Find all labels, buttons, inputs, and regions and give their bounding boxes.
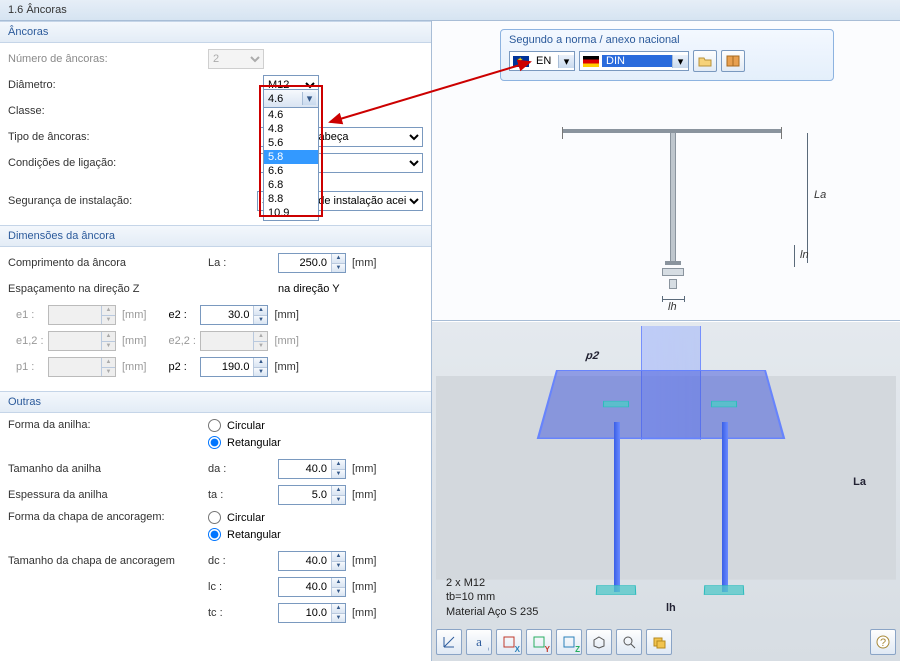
unit-mm: [mm] — [352, 257, 376, 269]
classe-option[interactable]: 5.8 — [264, 150, 318, 164]
sym-lc: lc : — [208, 581, 248, 593]
sym-e2: e2 : — [168, 309, 200, 321]
spin-ta[interactable]: ▲▼ — [278, 485, 346, 505]
group-header-dimensoes: Dimensões da âncora — [0, 225, 431, 247]
dim-la: La — [853, 476, 866, 488]
tool-text-button[interactable]: aᵢ — [466, 629, 492, 655]
radio-anilha-circular[interactable]: Circular — [208, 419, 281, 432]
spin-lc[interactable]: ▲▼ — [278, 577, 346, 597]
help-button[interactable]: ? — [870, 629, 896, 655]
classe-option[interactable]: 4.8 — [264, 122, 318, 136]
spin-p1: ▲▼ — [48, 357, 116, 377]
left-panel: Âncoras Número de âncoras: 2 Diâmetro: M… — [0, 21, 432, 661]
open-folder-button[interactable] — [693, 50, 717, 72]
label-espac-z: Espaçamento na direção Z — [8, 283, 208, 295]
numero-select: 2 — [208, 49, 264, 69]
spin-da[interactable]: ▲▼ — [278, 459, 346, 479]
diagram-panel: Segundo a norma / anexo nacional EN ▾ DI… — [432, 21, 900, 321]
label-comprimento: Comprimento da âncora — [8, 257, 208, 269]
radio-anilha-retangular[interactable]: Retangular — [208, 436, 281, 449]
chevron-down-icon[interactable]: ▾ — [672, 55, 688, 68]
label-classe: Classe: — [8, 105, 208, 117]
info-block: 2 x M12 tb=10 mm Material Aço S 235 — [446, 576, 538, 619]
tool-iso-button[interactable] — [586, 629, 612, 655]
classe-option[interactable]: 5.6 — [264, 136, 318, 150]
anchor-diagram: La ln lh — [522, 101, 842, 301]
classe-option[interactable]: 10.9 — [264, 206, 318, 220]
norm-title: Segundo a norma / anexo nacional — [509, 34, 825, 46]
classe-option[interactable]: 6.8 — [264, 178, 318, 192]
classe-option[interactable]: 8.8 — [264, 192, 318, 206]
view-3d[interactable]: p2 La lh 2 x M12 tb=10 mm Material Aço S… — [436, 326, 896, 625]
spin-e2[interactable]: ▲▼ — [200, 305, 268, 325]
label-diametro: Diâmetro: — [8, 79, 208, 91]
window-title: 1.6 Âncoras — [0, 0, 900, 21]
sym-ta: ta : — [208, 489, 248, 501]
classe-dropdown-open[interactable]: 4.6▾ 4.64.85.65.86.66.88.810.9 — [263, 89, 319, 221]
tool-view-xy-button[interactable]: X — [496, 629, 522, 655]
tool-axis-button[interactable] — [436, 629, 462, 655]
spin-e1: ▲▼ — [48, 305, 116, 325]
annex-select[interactable]: DIN ▾ — [579, 51, 689, 71]
label-tam-anilha: Tamanho da anilha — [8, 463, 208, 475]
spin-la[interactable]: ▲▼ — [278, 253, 346, 273]
sym-da: da : — [208, 463, 248, 475]
group-header-ancoras: Âncoras — [0, 21, 431, 43]
dim-p2: p2 — [584, 350, 601, 362]
sym-e12: e1,2 : — [16, 335, 48, 347]
sym-la: La : — [208, 257, 248, 269]
label-forma-chapa: Forma da chapa de ancoragem: — [8, 511, 208, 523]
tool-view-yz-button[interactable]: Z — [556, 629, 582, 655]
radio-chapa-circular[interactable]: Circular — [208, 511, 281, 524]
label-numero: Número de âncoras: — [8, 53, 208, 65]
sym-e1: e1 : — [16, 309, 48, 321]
tool-view-xz-button[interactable]: Y — [526, 629, 552, 655]
spin-p2[interactable]: ▲▼ — [200, 357, 268, 377]
sym-e22: e2,2 : — [168, 335, 200, 347]
group-header-outras: Outras — [0, 391, 431, 413]
label-forma-anilha: Forma da anilha: — [8, 419, 208, 431]
radio-chapa-retangular[interactable]: Retangular — [208, 528, 281, 541]
classe-option[interactable]: 4.6 — [264, 108, 318, 122]
label-espac-y: na direção Y — [278, 283, 340, 295]
sym-p2: p2 : — [168, 361, 200, 373]
classe-option[interactable]: 6.6 — [264, 164, 318, 178]
chevron-down-icon[interactable]: ▾ — [558, 55, 574, 68]
label-tipo: Tipo de âncoras: — [8, 131, 205, 143]
label-seguranca: Segurança de instalação: — [8, 195, 202, 207]
label-condicoes: Condições de ligação: — [8, 157, 205, 169]
code-select[interactable]: EN ▾ — [509, 51, 575, 71]
label-esp-anilha: Espessura da anilha — [8, 489, 208, 501]
norm-panel: Segundo a norma / anexo nacional EN ▾ DI… — [500, 29, 834, 81]
label-tam-chapa: Tamanho da chapa de ancoragem — [8, 555, 208, 567]
flag-eu-icon — [513, 56, 529, 67]
spin-e22: ▲▼ — [200, 331, 268, 351]
sym-tc: tc : — [208, 607, 248, 619]
spin-dc[interactable]: ▲▼ — [278, 551, 346, 571]
flag-de-icon — [583, 56, 599, 67]
chevron-down-icon[interactable]: ▾ — [302, 92, 316, 105]
tool-fit-button[interactable] — [616, 629, 642, 655]
library-button[interactable] — [721, 50, 745, 72]
view-3d-panel[interactable]: p2 La lh 2 x M12 tb=10 mm Material Aço S… — [432, 321, 900, 661]
book-icon — [726, 55, 740, 67]
sym-p1: p1 : — [16, 361, 48, 373]
dim-lh: lh — [666, 602, 676, 614]
folder-icon — [698, 55, 712, 67]
view-toolbar: aᵢ X Y Z ? — [436, 627, 896, 657]
spin-tc[interactable]: ▲▼ — [278, 603, 346, 623]
sym-dc: dc : — [208, 555, 248, 567]
svg-text:?: ? — [880, 637, 886, 649]
tool-layers-button[interactable] — [646, 629, 672, 655]
spin-e12: ▲▼ — [48, 331, 116, 351]
